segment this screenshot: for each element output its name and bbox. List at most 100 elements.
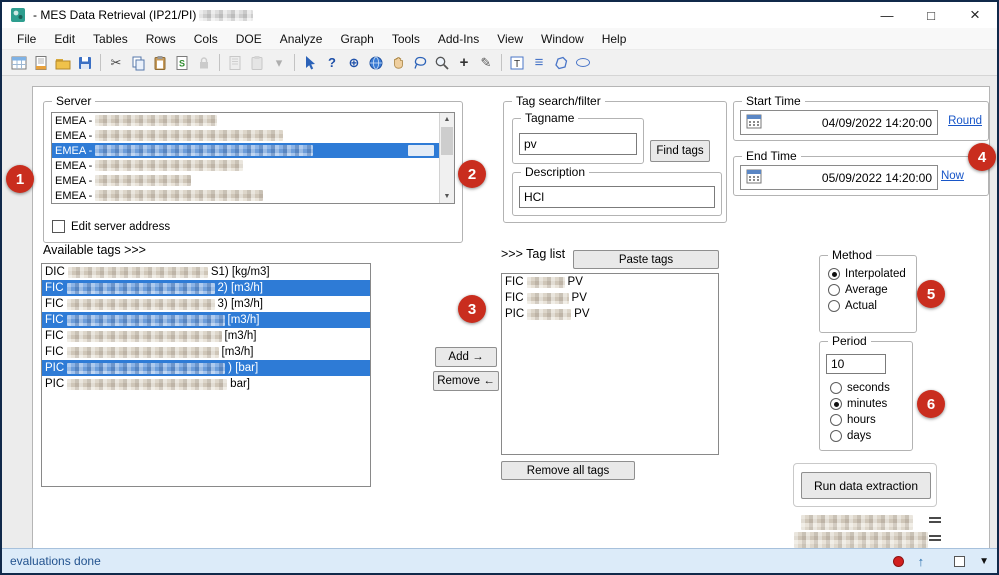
magnifier-icon[interactable]	[431, 52, 453, 73]
menu-item-tables[interactable]: Tables	[84, 30, 137, 48]
end-time-label: End Time	[742, 149, 801, 163]
paste-script-icon[interactable]: S	[171, 52, 193, 73]
available-tag-item-selected[interactable]: FIC 2) [m3/h]	[42, 280, 370, 296]
edit-server-address-checkbox[interactable]: Edit server address	[52, 220, 170, 233]
available-tag-item-selected[interactable]: FIC [m3/h]	[42, 312, 370, 328]
radio-icon[interactable]	[830, 430, 842, 442]
new-data-table-icon[interactable]	[8, 52, 30, 73]
radio-icon[interactable]	[830, 382, 842, 394]
description-input[interactable]	[519, 186, 715, 208]
server-list-item[interactable]: EMEA -	[52, 173, 439, 188]
remove-all-tags-button[interactable]: Remove all tags	[501, 461, 635, 480]
plus-icon[interactable]: +	[453, 52, 475, 73]
open-icon[interactable]	[52, 52, 74, 73]
period-radio-days[interactable]: days	[830, 430, 871, 442]
scrollbar-thumb[interactable]	[441, 127, 453, 155]
radio-icon[interactable]	[830, 414, 842, 426]
radio-icon[interactable]	[828, 268, 840, 280]
paste-tags-button[interactable]: Paste tags	[573, 250, 719, 269]
available-tag-item[interactable]: FIC 3) [m3/h]	[42, 296, 370, 312]
server-list-item[interactable]: EMEA -	[52, 158, 439, 173]
available-tag-item-selected[interactable]: PIC) [bar]	[42, 360, 370, 376]
period-input[interactable]	[826, 354, 886, 374]
period-radio-hours[interactable]: hours	[830, 414, 876, 426]
menu-item-graph[interactable]: Graph	[331, 30, 382, 48]
scroll-up-icon[interactable]: ▲	[440, 113, 454, 126]
minimize-button[interactable]: —	[865, 2, 909, 28]
menu-item-tools[interactable]: Tools	[383, 30, 429, 48]
method-radio-interpolated[interactable]: Interpolated	[828, 268, 906, 280]
maximize-button[interactable]: □	[909, 2, 953, 28]
tag-list-listbox[interactable]: FIC PV FIC PV PIC PV	[501, 273, 719, 455]
tag-list-item[interactable]: FIC PV	[502, 274, 718, 290]
menu-item-addins[interactable]: Add-Ins	[429, 30, 488, 48]
lasso-icon[interactable]	[409, 52, 431, 73]
add-button[interactable]: Add →	[435, 347, 497, 367]
available-tag-item[interactable]: PIC bar]	[42, 376, 370, 392]
run-container: Run data extraction	[793, 463, 937, 507]
svg-text:T: T	[514, 59, 520, 70]
crosshair-icon[interactable]: ⊕	[343, 52, 365, 73]
new-journal-icon[interactable]	[30, 52, 52, 73]
help-icon[interactable]: ?	[321, 52, 343, 73]
now-link[interactable]: Now	[941, 170, 964, 182]
line-tool-icon[interactable]: ≡	[528, 52, 550, 73]
method-radio-actual[interactable]: Actual	[828, 300, 877, 312]
available-tag-item[interactable]: FIC [m3/h]	[42, 344, 370, 360]
menu-item-view[interactable]: View	[488, 30, 532, 48]
menu-item-file[interactable]: File	[8, 30, 45, 48]
menu-item-doe[interactable]: DOE	[227, 30, 271, 48]
menu-item-help[interactable]: Help	[593, 30, 636, 48]
select-arrow-icon[interactable]	[299, 52, 321, 73]
server-list-item[interactable]: EMEA -	[52, 128, 439, 143]
radio-icon[interactable]	[828, 284, 840, 296]
server-list-item-selected[interactable]: EMEA -	[52, 143, 439, 158]
period-radio-seconds[interactable]: seconds	[830, 382, 890, 394]
calendar-icon[interactable]	[746, 168, 762, 187]
end-time-field[interactable]: 05/09/2022 14:20:00	[740, 165, 938, 190]
tagname-label: Tagname	[521, 111, 579, 125]
menu-item-analyze[interactable]: Analyze	[271, 30, 332, 48]
method-radio-average[interactable]: Average	[828, 284, 888, 296]
pencil-icon[interactable]: ✎	[475, 52, 497, 73]
server-list-item[interactable]: EMEA -	[52, 188, 439, 203]
run-data-extraction-button[interactable]: Run data extraction	[801, 472, 931, 499]
available-tag-item[interactable]: FIC [m3/h]	[42, 328, 370, 344]
oval-tool-icon[interactable]	[572, 52, 594, 73]
menu-item-edit[interactable]: Edit	[45, 30, 84, 48]
period-radio-minutes[interactable]: minutes	[830, 398, 887, 410]
menu-item-window[interactable]: Window	[532, 30, 593, 48]
close-button[interactable]: ×	[953, 2, 997, 28]
available-tags-listbox[interactable]: DIC S1) [kg/m3] FIC 2) [m3/h] FIC 3) [m3/h]…	[41, 263, 371, 487]
server-list-item[interactable]: EMEA -	[52, 113, 439, 128]
scroll-down-icon[interactable]: ▼	[440, 190, 454, 203]
calendar-icon[interactable]	[746, 113, 762, 132]
find-tags-button[interactable]: Find tags	[650, 140, 710, 162]
server-listbox[interactable]: EMEA - EMEA - EMEA - EMEA - EMEA - EMEA …	[51, 112, 455, 204]
tag-list-item[interactable]: PIC PV	[502, 306, 718, 322]
remove-button[interactable]: Remove ←	[433, 371, 499, 391]
tagname-input[interactable]	[519, 133, 637, 155]
round-link[interactable]: Round	[948, 115, 982, 127]
polygon-tool-icon[interactable]	[550, 52, 572, 73]
available-tag-item[interactable]: DIC S1) [kg/m3]	[42, 264, 370, 280]
radio-icon[interactable]	[830, 398, 842, 410]
checkbox-box[interactable]	[52, 220, 65, 233]
window-layout-icon[interactable]	[954, 555, 966, 567]
dropdown-arrow-icon[interactable]: ▼	[979, 556, 989, 567]
menu-item-rows[interactable]: Rows	[137, 30, 185, 48]
server-list-scrollbar[interactable]: ▲ ▼	[439, 113, 454, 203]
start-time-field[interactable]: 04/09/2022 14:20:00	[740, 110, 938, 135]
radio-icon[interactable]	[828, 300, 840, 312]
stop-icon[interactable]	[892, 555, 904, 567]
cut-icon[interactable]: ✂	[105, 52, 127, 73]
tag-list-item[interactable]: FIC PV	[502, 290, 718, 306]
menu-item-cols[interactable]: Cols	[185, 30, 227, 48]
globe-icon[interactable]	[365, 52, 387, 73]
copy-icon[interactable]	[127, 52, 149, 73]
paste-icon[interactable]	[149, 52, 171, 73]
grabber-icon[interactable]	[387, 52, 409, 73]
save-icon[interactable]	[74, 52, 96, 73]
update-arrow-icon[interactable]: ↑	[918, 554, 925, 569]
text-tool-icon[interactable]: T	[506, 52, 528, 73]
